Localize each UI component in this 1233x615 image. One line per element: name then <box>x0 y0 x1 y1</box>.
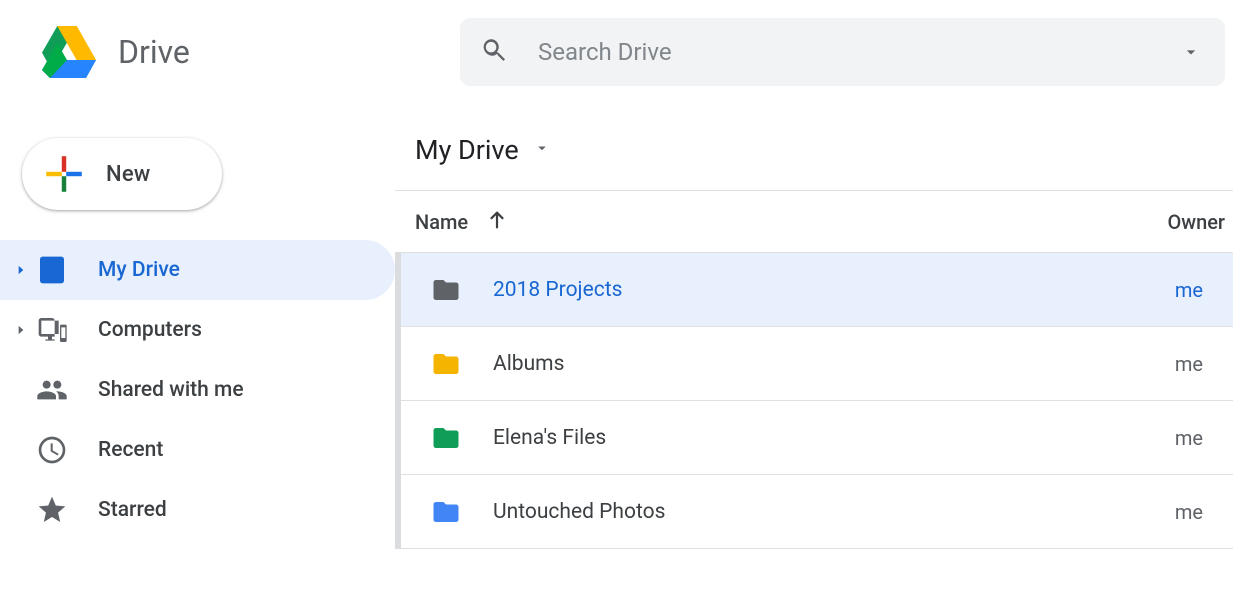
new-button-label: New <box>106 162 150 187</box>
search-box[interactable] <box>460 18 1225 86</box>
expand-caret-icon[interactable] <box>12 323 30 337</box>
folder-icon <box>429 349 463 379</box>
file-name: Albums <box>493 352 564 376</box>
column-owner[interactable]: Owner <box>1167 210 1233 234</box>
sidebar-item-label: Computers <box>98 318 202 342</box>
sidebar-item-label: Recent <box>98 438 163 462</box>
file-owner: me <box>1175 500 1233 524</box>
expand-caret-icon[interactable] <box>12 263 30 277</box>
table-row[interactable]: 2018 Projects me <box>401 253 1233 327</box>
new-button[interactable]: New <box>22 138 222 210</box>
plus-icon <box>40 150 88 198</box>
computers-icon <box>36 314 68 346</box>
sidebar-item-computers[interactable]: Computers <box>0 300 395 360</box>
sidebar-item-my-drive[interactable]: My Drive <box>0 240 395 300</box>
column-name[interactable]: Name <box>415 210 468 234</box>
table-row[interactable]: Elena's Files me <box>401 401 1233 475</box>
search-input[interactable] <box>538 38 1177 66</box>
search-icon <box>480 36 508 68</box>
file-owner: me <box>1175 426 1233 450</box>
app-name: Drive <box>118 33 190 71</box>
table-row[interactable]: Untouched Photos me <box>401 475 1233 549</box>
recent-icon <box>36 434 68 466</box>
folder-icon <box>429 423 463 453</box>
file-name: Elena's Files <box>493 426 606 450</box>
chevron-down-icon <box>533 139 551 161</box>
file-owner: me <box>1175 352 1233 376</box>
table-row[interactable]: Albums me <box>401 327 1233 401</box>
sidebar-item-starred[interactable]: Starred <box>0 480 395 540</box>
drive-logo-icon <box>38 26 98 78</box>
breadcrumb[interactable]: My Drive <box>395 122 1233 178</box>
file-owner: me <box>1175 278 1233 302</box>
sidebar-item-label: Shared with me <box>98 378 244 402</box>
sidebar-item-label: Starred <box>98 498 167 522</box>
search-options-icon[interactable] <box>1177 42 1205 62</box>
sidebar-item-label: My Drive <box>98 258 180 282</box>
folder-icon <box>429 497 463 527</box>
folder-icon <box>429 275 463 305</box>
breadcrumb-label: My Drive <box>415 134 519 166</box>
my-drive-icon <box>36 254 68 286</box>
sidebar-item-shared[interactable]: Shared with me <box>0 360 395 420</box>
star-icon <box>36 494 68 526</box>
sort-ascending-icon[interactable] <box>486 209 508 235</box>
file-name: Untouched Photos <box>493 500 665 524</box>
column-headers: Name Owner <box>395 191 1233 253</box>
shared-icon <box>36 374 68 406</box>
file-name: 2018 Projects <box>493 278 622 302</box>
sidebar-item-recent[interactable]: Recent <box>0 420 395 480</box>
